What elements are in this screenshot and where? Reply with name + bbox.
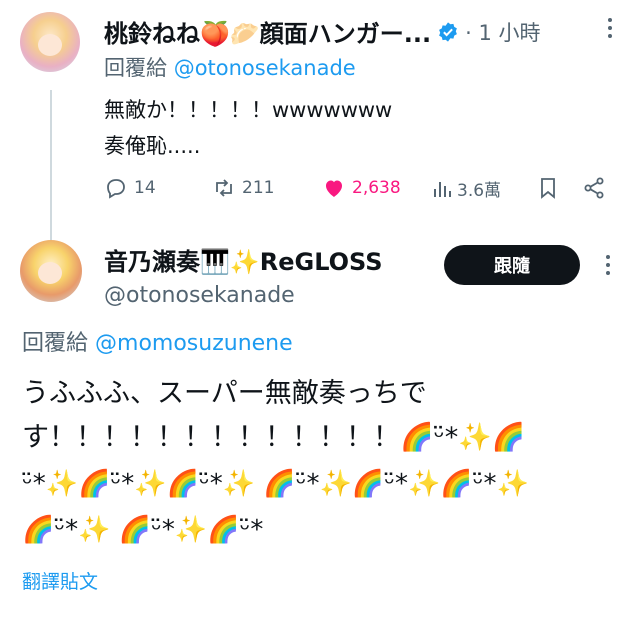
bookmark-button[interactable] bbox=[536, 176, 560, 200]
tweet-text-line: ᵕ̈*✨🌈ᵕ̈*✨🌈ᵕ̈*✨ 🌈ᵕ̈*✨🌈ᵕ̈*✨🌈ᵕ̈*✨ bbox=[22, 469, 529, 499]
user-handle[interactable]: @otonosekanade bbox=[104, 283, 383, 308]
reply-tweet-header: 桃鈴ねね🍑🥟顔面ハンガー... · 1 小時 bbox=[104, 14, 541, 49]
retweet-button[interactable]: 211 bbox=[212, 176, 274, 200]
like-icon bbox=[326, 180, 342, 197]
translate-post-link[interactable]: 翻譯貼文 bbox=[22, 567, 98, 594]
retweet-count: 211 bbox=[242, 178, 275, 198]
reply-count: 14 bbox=[134, 178, 156, 198]
tweet-action-bar: 14 211 2,638 3.6萬 bbox=[104, 176, 614, 204]
views-button[interactable]: 3.6萬 bbox=[430, 176, 501, 201]
avatar-otonosekanade[interactable] bbox=[20, 240, 82, 302]
more-icon[interactable] bbox=[600, 14, 620, 42]
reply-prefix: 回覆給 bbox=[22, 331, 89, 356]
like-button[interactable]: 2,638 bbox=[322, 176, 401, 200]
bookmark-icon bbox=[541, 178, 555, 199]
reply-prefix: 回覆給 bbox=[104, 56, 167, 80]
reply-context: 回覆給 @momosuzunene bbox=[22, 325, 293, 357]
follow-button[interactable]: 跟隨 bbox=[444, 245, 580, 285]
tweet-text-line: す！！！！！！！！！！！！！🌈ᵕ̈*✨🌈 bbox=[22, 422, 526, 453]
main-tweet-text: うふふふ、スーパー無敵奏っちで す！！！！！！！！！！！！！🌈ᵕ̈*✨🌈 bbox=[22, 372, 622, 460]
like-count: 2,638 bbox=[352, 178, 401, 198]
thread-connector-line bbox=[50, 90, 52, 240]
tweet-text-line: 奏俺恥..... bbox=[104, 134, 201, 158]
reply-to-mention[interactable]: @otonosekanade bbox=[174, 56, 356, 80]
reply-button[interactable]: 14 bbox=[104, 176, 156, 200]
reply-to-mention[interactable]: @momosuzunene bbox=[95, 331, 293, 356]
display-name[interactable]: 音乃瀬奏🎹✨ReGLOSS bbox=[104, 242, 383, 277]
tweet-text-line: 無敵か！！！！！wwwwwww bbox=[104, 98, 393, 122]
tweet-time[interactable]: · 1 小時 bbox=[465, 17, 540, 47]
avatar-momosuzunene[interactable] bbox=[20, 12, 80, 72]
tweet-text-line: うふふふ、スーパー無敵奏っちで bbox=[22, 378, 427, 409]
share-icon bbox=[584, 177, 604, 199]
retweet-icon bbox=[216, 179, 232, 197]
reply-context: 回覆給 @otonosekanade bbox=[104, 52, 356, 82]
display-name[interactable]: 桃鈴ねね🍑🥟顔面ハンガー... bbox=[104, 14, 431, 49]
tweet-text-line: 🌈ᵕ̈*✨ 🌈ᵕ̈*✨🌈ᵕ̈* bbox=[22, 515, 264, 545]
views-icon bbox=[434, 181, 451, 197]
main-tweet-author: 音乃瀬奏🎹✨ReGLOSS @otonosekanade bbox=[104, 242, 383, 308]
more-icon[interactable] bbox=[598, 251, 618, 279]
reply-icon bbox=[107, 179, 125, 199]
reply-tweet-text: 無敵か！！！！！wwwwwww 奏俺恥..... bbox=[104, 92, 392, 164]
verified-badge-icon bbox=[439, 21, 458, 42]
share-button[interactable] bbox=[582, 176, 606, 200]
views-count: 3.6萬 bbox=[457, 181, 502, 201]
